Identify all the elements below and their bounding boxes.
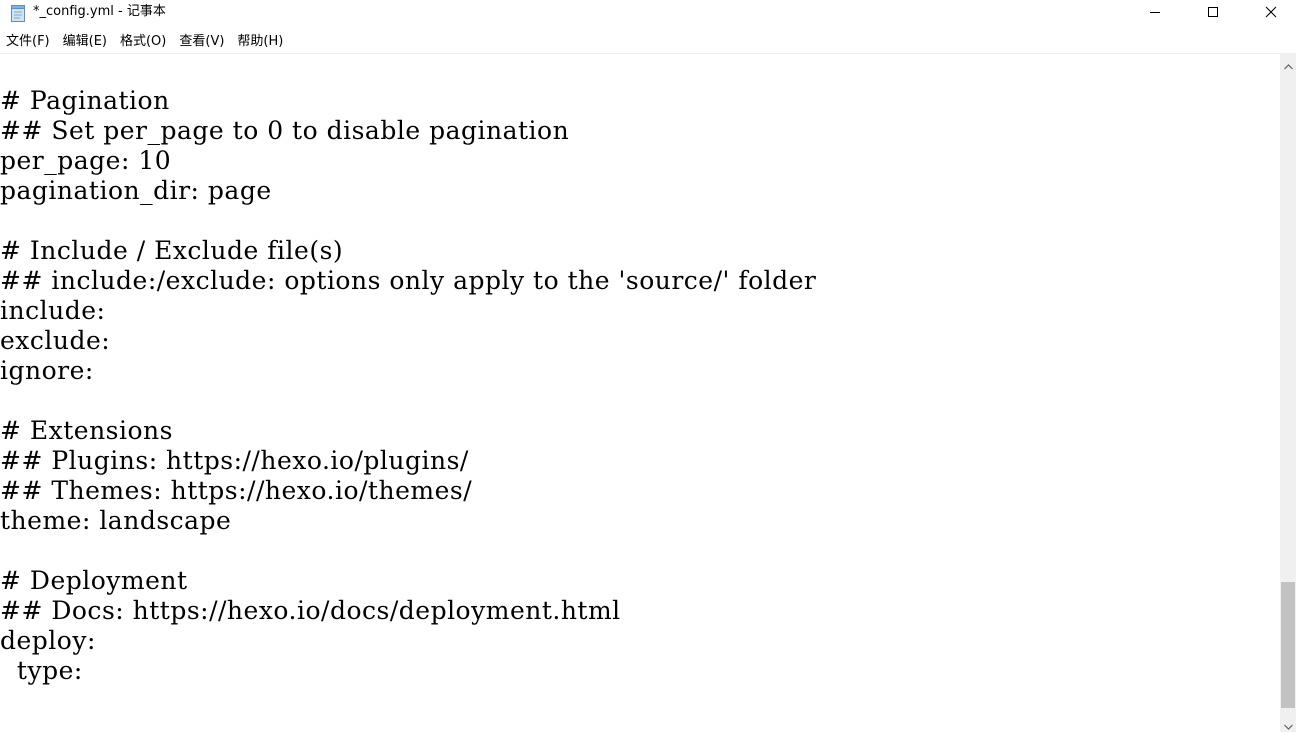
menu-edit[interactable]: 编辑(E) [57, 30, 114, 54]
editor-line: ## Plugins: https://hexo.io/plugins/ [0, 446, 469, 475]
vertical-scrollbar[interactable] [1280, 54, 1296, 732]
maximize-icon [1207, 6, 1219, 18]
notepad-window: *_config.yml - 记事本 文件(F) 编辑(E) 格式(O) 查看(… [0, 0, 1296, 732]
editor-line: theme: landscape [0, 506, 232, 535]
close-button[interactable] [1242, 0, 1296, 24]
menu-bar: 文件(F) 编辑(E) 格式(O) 查看(V) 帮助(H) [0, 30, 1296, 54]
editor-line: # Include / Exclude file(s) [0, 236, 344, 265]
close-icon [1265, 6, 1277, 18]
menu-view[interactable]: 查看(V) [173, 30, 231, 54]
editor-line: # Pagination [0, 86, 170, 115]
editor-line: deploy: [0, 626, 96, 655]
editor-line: ## Set per_page to 0 to disable paginati… [0, 116, 570, 145]
editor-line: exclude: [0, 326, 111, 355]
scroll-down-button[interactable] [1280, 716, 1296, 732]
title-bar[interactable]: *_config.yml - 记事本 [0, 0, 1296, 30]
maximize-button[interactable] [1184, 0, 1242, 24]
minimize-icon [1149, 6, 1161, 18]
menu-format[interactable]: 格式(O) [114, 30, 173, 54]
scroll-up-button[interactable] [1280, 56, 1296, 72]
editor-line: # Deployment [0, 566, 188, 595]
editor-line: # Extensions [0, 416, 173, 445]
menu-help[interactable]: 帮助(H) [231, 30, 290, 54]
window-title: *_config.yml - 记事本 [33, 4, 166, 19]
editor-content[interactable]: # Pagination ## Set per_page to 0 to dis… [0, 86, 816, 686]
text-editor[interactable]: # Pagination ## Set per_page to 0 to dis… [0, 54, 1280, 732]
editor-line: ## include:/exclude: options only apply … [0, 266, 817, 295]
scroll-up-arrow-icon [1283, 55, 1293, 74]
editor-line: type: [0, 656, 83, 685]
scroll-down-arrow-icon [1283, 715, 1293, 732]
minimize-button[interactable] [1126, 0, 1184, 24]
editor-line: ignore: [0, 356, 94, 385]
notepad-icon[interactable] [10, 5, 26, 22]
editor-line: ## Themes: https://hexo.io/themes/ [0, 476, 473, 505]
menu-file[interactable]: 文件(F) [0, 30, 57, 54]
editor-line: ## Docs: https://hexo.io/docs/deployment… [0, 596, 621, 625]
editor-line: include: [0, 296, 106, 325]
scrollbar-thumb[interactable] [1281, 582, 1295, 708]
editor-line: pagination_dir: page [0, 176, 272, 205]
editor-line: per_page: 10 [0, 146, 172, 175]
